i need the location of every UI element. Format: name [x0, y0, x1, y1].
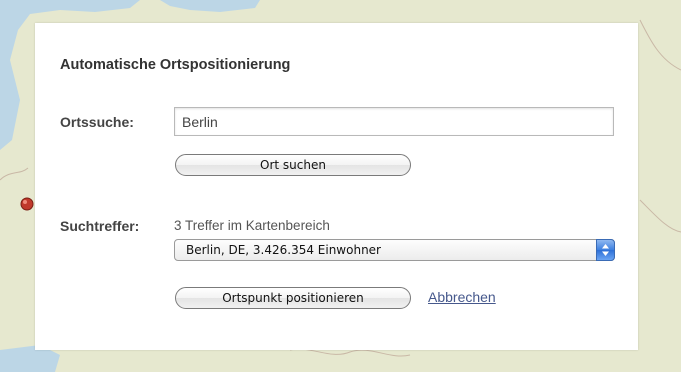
- search-button[interactable]: Ort suchen: [175, 154, 411, 176]
- dialog-title: Automatische Ortspositionierung: [60, 57, 291, 73]
- cancel-link[interactable]: Abbrechen: [428, 289, 496, 305]
- position-button[interactable]: Ortspunkt positionieren: [175, 287, 411, 309]
- location-positioning-dialog: Automatische Ortspositionierung Ortssuch…: [35, 23, 638, 350]
- results-count: 3 Treffer im Kartenbereich: [174, 218, 330, 233]
- search-input[interactable]: [174, 107, 614, 136]
- select-updown-arrows-icon[interactable]: [596, 239, 615, 261]
- result-select[interactable]: Berlin, DE, 3.426.354 Einwohner: [174, 239, 615, 261]
- location-marker-icon[interactable]: [20, 197, 34, 211]
- search-label: Ortssuche:: [60, 114, 134, 130]
- selected-result-text: Berlin, DE, 3.426.354 Einwohner: [186, 243, 381, 257]
- results-label: Suchtreffer:: [60, 218, 140, 234]
